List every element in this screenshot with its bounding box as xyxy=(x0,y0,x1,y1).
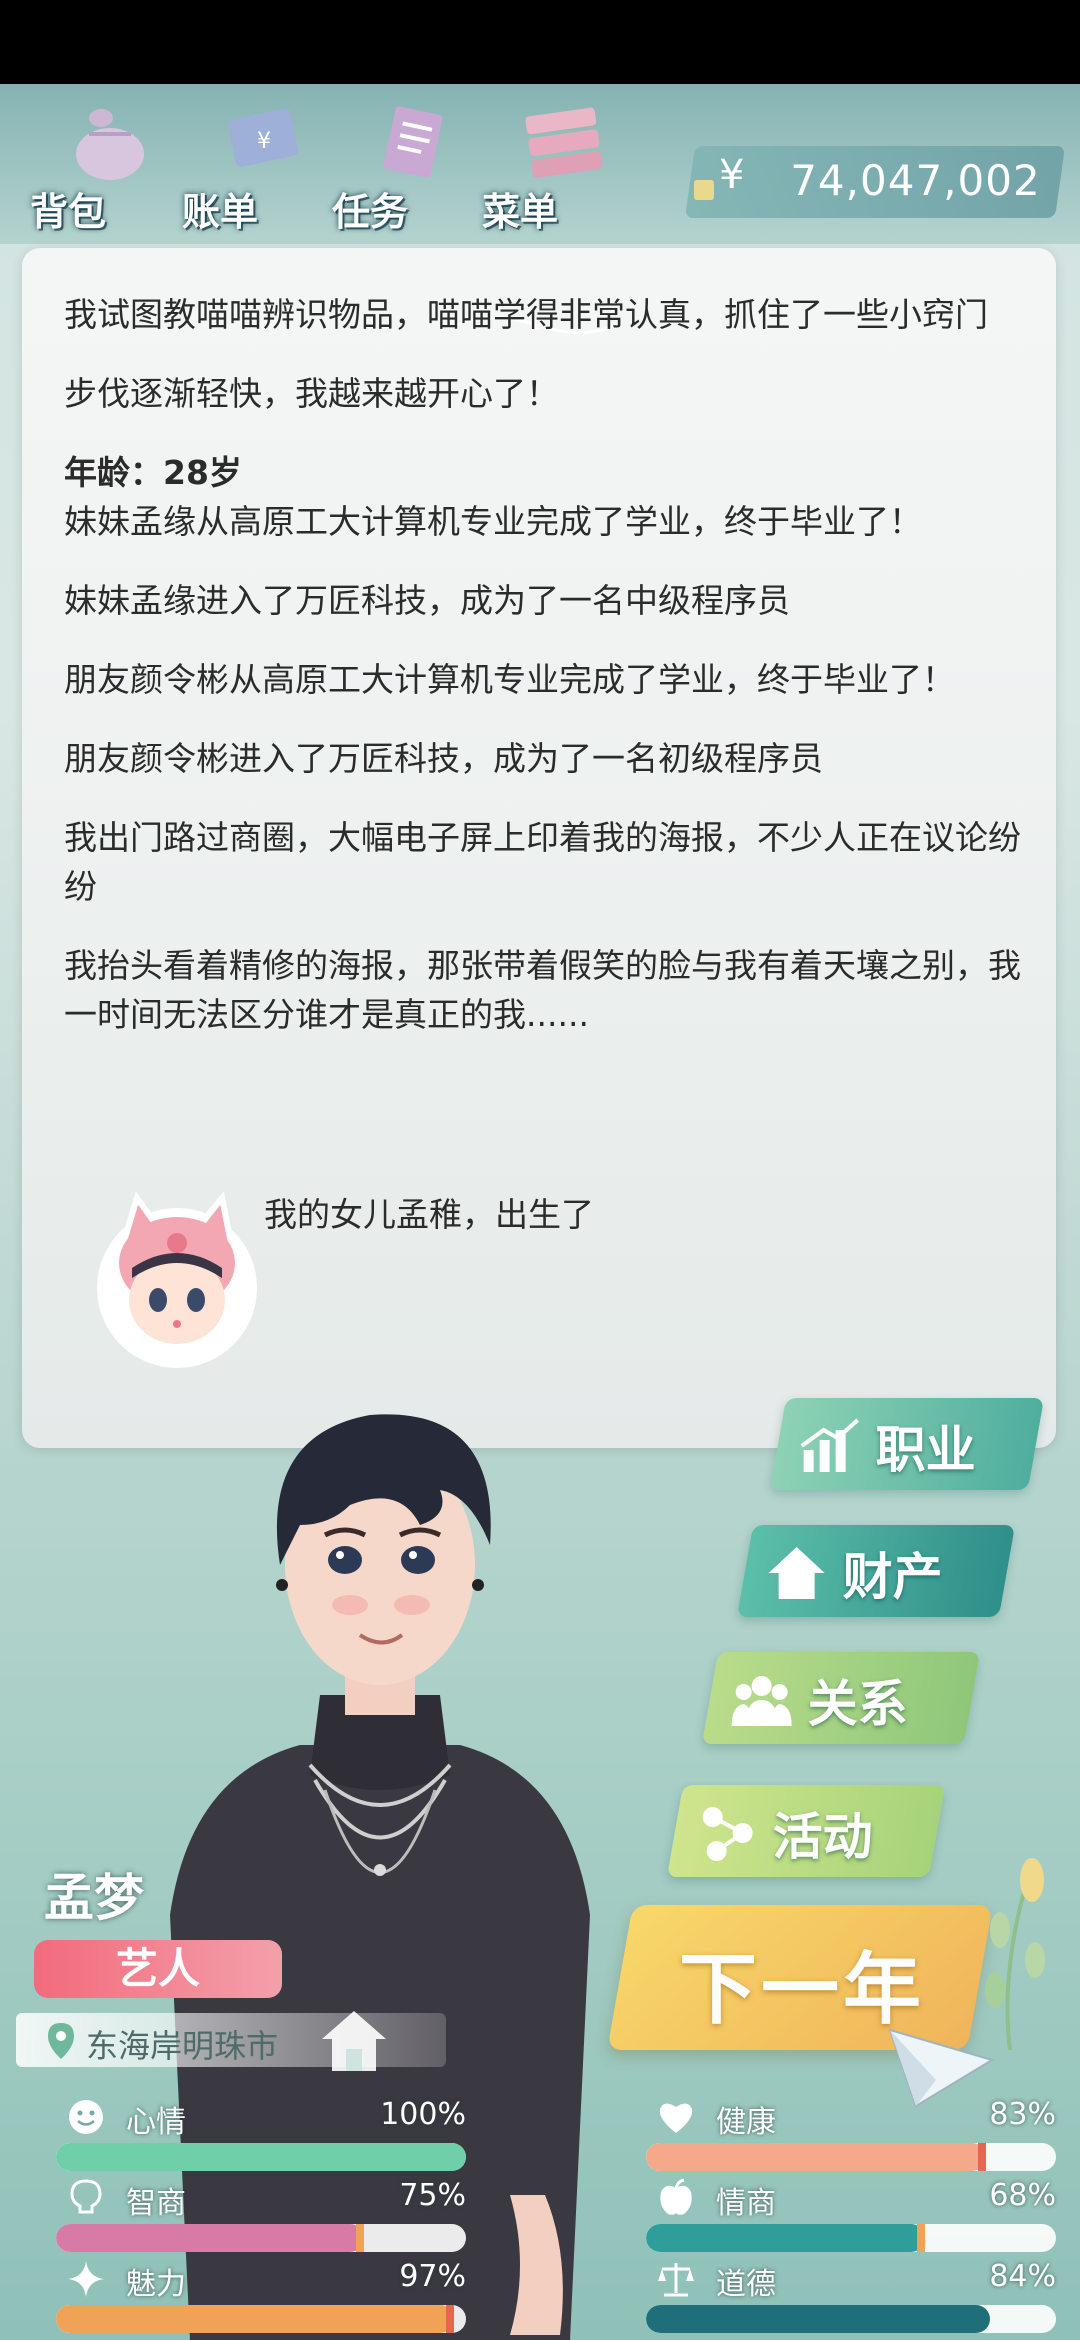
activities-button[interactable]: 活动 xyxy=(666,1785,946,1877)
stat-morality: 道德 84% xyxy=(616,2259,1056,2339)
status-bar xyxy=(0,0,1080,84)
career-label: 职业 xyxy=(875,1421,976,1479)
event-log-panel[interactable]: 我试图教喵喵辨识物品，喵喵学得非常认真，抓住了一些小窍门 步伐逐渐轻快，我越来越… xyxy=(22,248,1056,1448)
stat-value: 75% xyxy=(399,2178,466,2213)
yen-icon: ¥ xyxy=(718,152,745,198)
location-text: 东海岸明珠市 xyxy=(86,2027,279,2065)
stat-mood: 心情 100% xyxy=(26,2097,466,2177)
stat-track xyxy=(646,2305,1056,2333)
location-pin-icon xyxy=(48,2023,74,2059)
log-entry: 妹妹孟缘进入了万匠科技，成为了一名中级程序员 xyxy=(64,581,790,620)
stat-label: 情商 xyxy=(716,2186,776,2221)
task-label: 任务 xyxy=(332,190,409,234)
assets-button[interactable]: 财产 xyxy=(736,1525,1016,1617)
stat-label: 道德 xyxy=(716,2267,776,2302)
stat-value: 100% xyxy=(380,2097,466,2132)
career-button[interactable]: 职业 xyxy=(769,1398,1045,1490)
smile-icon xyxy=(69,2100,103,2134)
menu-label: 菜单 xyxy=(482,190,559,234)
stat-label: 健康 xyxy=(716,2105,776,2140)
event-log: 我试图教喵喵辨识物品，喵喵学得非常认真，抓住了一些小窍门 步伐逐渐轻快，我越来越… xyxy=(64,290,1024,1069)
log-entry: 步伐逐渐轻快，我越来越开心了！ xyxy=(64,374,559,413)
home-icon[interactable] xyxy=(318,2005,390,2077)
bag-icon xyxy=(76,109,144,180)
relations-label: 关系 xyxy=(807,1675,908,1733)
character-name: 孟梦 xyxy=(44,1869,144,1927)
money-value: 74,047,002 xyxy=(789,156,1041,205)
stat-health: 健康 83% xyxy=(616,2097,1056,2177)
stat-fill xyxy=(646,2143,987,2171)
activity-icon xyxy=(702,1807,753,1861)
stat-value: 84% xyxy=(989,2259,1056,2294)
stat-track xyxy=(646,2143,1056,2171)
bag-label: 背包 xyxy=(30,190,107,234)
log-entry: 我抬头看着精修的海报，那张带着假笑的脸与我有着天壤之别，我一时间无法区分谁才是真… xyxy=(64,946,1021,1034)
stat-label: 心情 xyxy=(126,2105,186,2140)
stat-fill xyxy=(646,2305,991,2333)
plant-decoration xyxy=(985,1858,1045,2050)
people-icon xyxy=(731,1676,792,1726)
stat-marker xyxy=(445,2305,454,2333)
stat-iq: 智商 75% xyxy=(26,2178,466,2258)
bulb-icon xyxy=(70,2179,102,2214)
log-entry: 我出门路过商圈，大幅电子屏上印着我的海报，不少人正在议论纷纷 xyxy=(64,818,1021,906)
stat-marker xyxy=(355,2224,364,2252)
top-bar: 背包 ¥ 账单 任务 菜单 ¥ 74,047,002 xyxy=(0,84,1080,244)
stat-eq: 情商 68% xyxy=(616,2178,1056,2258)
age-heading: 年龄：28岁 xyxy=(64,453,242,492)
baby-avatar xyxy=(97,1191,257,1368)
log-entry: 朋友颜令彬从高原工大计算机专业完成了学业，终于毕业了！ xyxy=(64,660,955,699)
house-icon xyxy=(768,1547,825,1599)
stat-marker xyxy=(916,2224,925,2252)
stat-track xyxy=(56,2224,466,2252)
chart-icon xyxy=(800,1418,859,1472)
bill-button[interactable]: ¥ 账单 xyxy=(182,94,332,244)
assets-label: 财产 xyxy=(842,1548,943,1606)
bill-label: 账单 xyxy=(182,190,259,234)
task-icon xyxy=(383,106,443,178)
job-badge: 艺人 xyxy=(34,1940,282,1998)
menu-icon xyxy=(525,107,603,178)
apple-icon xyxy=(660,2178,692,2215)
stat-label: 智商 xyxy=(126,2186,186,2221)
sparkle-icon xyxy=(68,2261,104,2297)
svg-text:¥: ¥ xyxy=(257,129,271,154)
activities-label: 活动 xyxy=(772,1808,873,1866)
stat-marker xyxy=(978,2143,987,2171)
log-entry: 我试图教喵喵辨识物品，喵喵学得非常认真，抓住了一些小窍门 xyxy=(64,295,988,334)
stat-label: 魅力 xyxy=(126,2267,186,2302)
stat-track xyxy=(56,2143,466,2171)
log-entry: 妹妹孟缘从高原工大计算机专业完成了学业，终于毕业了！ xyxy=(64,502,922,541)
heart-icon xyxy=(659,2103,693,2133)
job-label: 艺人 xyxy=(115,1944,200,1993)
stat-value: 68% xyxy=(989,2178,1056,2213)
relations-button[interactable]: 关系 xyxy=(701,1652,981,1744)
stat-track xyxy=(56,2305,466,2333)
stat-fill xyxy=(56,2305,454,2333)
stat-charm: 魅力 97% xyxy=(26,2259,466,2339)
stat-fill xyxy=(56,2224,364,2252)
stat-value: 97% xyxy=(399,2259,466,2294)
stats-panel: 心情 100% 健康 83% 智商 75% 情商 68% 魅力 97% 道德 8… xyxy=(26,2085,1056,2340)
money-display: ¥ 74,047,002 xyxy=(684,146,1066,218)
stat-fill xyxy=(56,2143,466,2171)
bill-icon: ¥ xyxy=(227,108,299,167)
stat-fill xyxy=(646,2224,925,2252)
scale-icon xyxy=(658,2263,694,2297)
stat-value: 83% xyxy=(989,2097,1056,2132)
baby-event-text: 我的女儿孟稚，出生了 xyxy=(264,1195,594,1234)
task-button[interactable]: 任务 xyxy=(332,94,482,244)
log-entry: 朋友颜令彬进入了万匠科技，成为了一名初级程序员 xyxy=(64,739,823,778)
menu-button[interactable]: 菜单 xyxy=(482,94,632,244)
bag-button[interactable]: 背包 xyxy=(30,94,180,244)
stat-track xyxy=(646,2224,1056,2252)
coin-icon xyxy=(694,180,714,200)
